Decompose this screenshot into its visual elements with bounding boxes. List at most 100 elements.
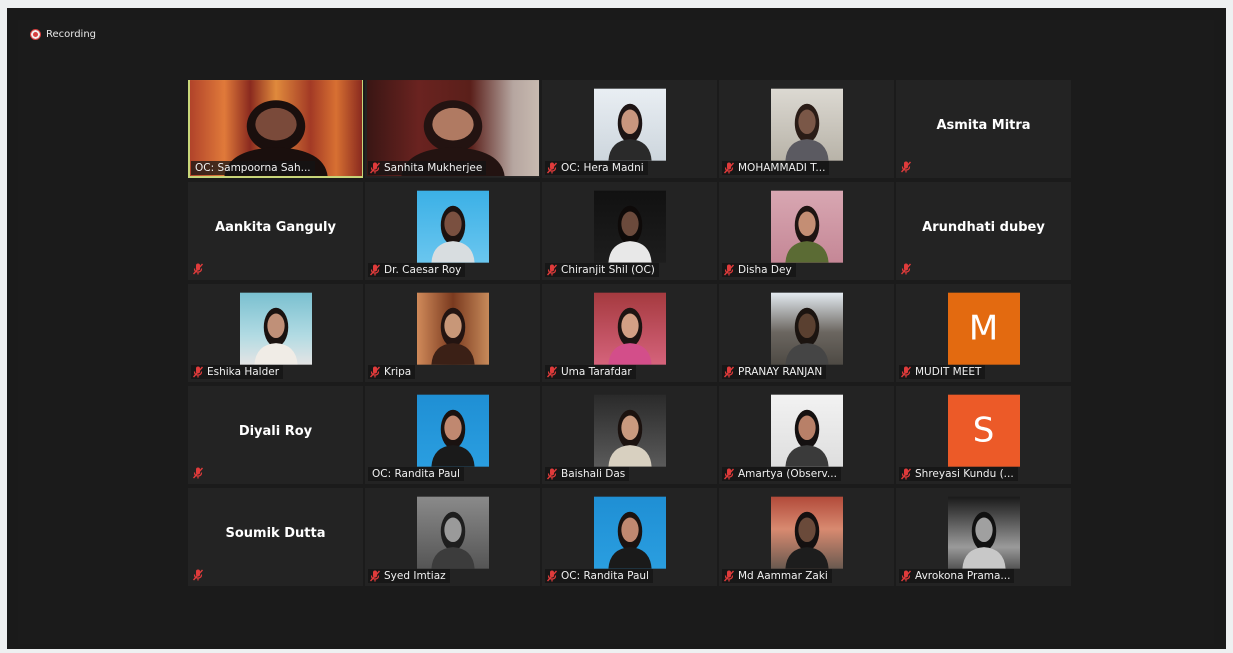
participant-tile[interactable]: Dr. Caesar Roy <box>365 182 540 280</box>
muted-mic-icon <box>901 366 911 378</box>
muted-mic-icon <box>547 366 557 378</box>
participant-name: MOHAMMADI T... <box>738 162 826 174</box>
participant-name: Baishali Das <box>561 468 626 480</box>
muted-mic-icon <box>193 366 203 378</box>
participant-tile[interactable]: OC: Hera Madni <box>542 80 717 178</box>
video-thumbnail <box>416 496 489 569</box>
participant-name: Chiranjit Shil (OC) <box>561 264 655 276</box>
recording-indicator[interactable]: Recording <box>30 29 96 40</box>
participant-tile[interactable]: Asmita Mitra <box>896 80 1071 178</box>
muted-mic-icon <box>724 264 734 276</box>
avatar: S <box>947 394 1020 467</box>
video-thumbnail <box>770 394 843 467</box>
muted-mic-icon <box>370 162 380 174</box>
video-thumbnail <box>593 292 666 365</box>
participant-grid: OC: Sampoorna Sah... Sanhita Mukherjee O… <box>188 80 1071 586</box>
participant-name: MUDIT MEET <box>915 366 982 378</box>
participant-tile[interactable]: Aankita Ganguly <box>188 182 363 280</box>
participant-tile[interactable]: Avrokona Prama... <box>896 488 1071 586</box>
video-thumbnail <box>593 394 666 467</box>
participant-name: Amartya (Observ... <box>738 468 837 480</box>
muted-mic-icon <box>901 570 911 582</box>
participant-label: Baishali Das <box>545 467 630 481</box>
participant-tile[interactable]: M MUDIT MEET <box>896 284 1071 382</box>
participant-tile[interactable]: Kripa <box>365 284 540 382</box>
participant-tile[interactable]: Baishali Das <box>542 386 717 484</box>
muted-mic-icon <box>724 468 734 480</box>
participant-label: Md Aammar Zaki <box>722 569 832 583</box>
video-thumbnail <box>416 394 489 467</box>
video-thumbnail <box>770 88 843 161</box>
participant-tile[interactable]: Syed Imtiaz <box>365 488 540 586</box>
muted-mic-icon <box>370 264 380 276</box>
participant-name: OC: Sampoorna Sah... <box>195 162 311 174</box>
participant-name: Md Aammar Zaki <box>738 570 828 582</box>
muted-mic-icon <box>370 570 380 582</box>
participant-label: OC: Sampoorna Sah... <box>191 161 315 175</box>
participant-tile[interactable]: PRANAY RANJAN <box>719 284 894 382</box>
participant-label: Kripa <box>368 365 416 379</box>
participant-tile[interactable]: Eshika Halder <box>188 284 363 382</box>
participant-label: Dr. Caesar Roy <box>368 263 466 277</box>
muted-mic-icon <box>724 570 734 582</box>
participant-name: Syed Imtiaz <box>384 570 446 582</box>
participant-name: OC: Randita Paul <box>372 468 460 480</box>
video-thumbnail <box>593 88 666 161</box>
participant-name: Dr. Caesar Roy <box>384 264 462 276</box>
participant-tile[interactable]: Diyali Roy <box>188 386 363 484</box>
participant-tile[interactable]: OC: Sampoorna Sah... <box>188 80 363 178</box>
participant-label: Amartya (Observ... <box>722 467 841 481</box>
video-thumbnail <box>770 496 843 569</box>
participant-name: Diyali Roy <box>238 424 313 439</box>
participant-name: OC: Hera Madni <box>561 162 644 174</box>
participant-name: Soumik Dutta <box>225 526 326 541</box>
participant-label: OC: Hera Madni <box>545 161 648 175</box>
participant-tile[interactable]: Md Aammar Zaki <box>719 488 894 586</box>
participant-label: Avrokona Prama... <box>899 569 1015 583</box>
participant-name: Eshika Halder <box>207 366 280 378</box>
participant-name: Disha Dey <box>738 264 792 276</box>
participant-name: Shreyasi Kundu (... <box>915 468 1014 480</box>
muted-mic-icon <box>193 263 203 275</box>
participant-tile[interactable]: Arundhati dubey <box>896 182 1071 280</box>
recording-icon <box>30 29 41 40</box>
participant-tile[interactable]: S Shreyasi Kundu (... <box>896 386 1071 484</box>
video-thumbnail <box>416 190 489 263</box>
participant-name: Sanhita Mukherjee <box>384 162 483 174</box>
participant-label: Disha Dey <box>722 263 796 277</box>
participant-tile[interactable]: Soumik Dutta <box>188 488 363 586</box>
participant-label: PRANAY RANJAN <box>722 365 827 379</box>
participant-label: Eshika Halder <box>191 365 284 379</box>
video-thumbnail <box>416 292 489 365</box>
participant-tile[interactable]: OC: Randita Paul <box>542 488 717 586</box>
video-thumbnail <box>770 292 843 365</box>
participant-label: Shreyasi Kundu (... <box>899 467 1018 481</box>
participant-tile[interactable]: MOHAMMADI T... <box>719 80 894 178</box>
participant-name: Aankita Ganguly <box>215 220 336 235</box>
video-thumbnail <box>770 190 843 263</box>
participant-tile[interactable]: Amartya (Observ... <box>719 386 894 484</box>
participant-name: Arundhati dubey <box>922 220 1045 235</box>
muted-mic-icon <box>547 570 557 582</box>
participant-tile[interactable]: Disha Dey <box>719 182 894 280</box>
recording-label: Recording <box>46 29 97 40</box>
participant-label: Syed Imtiaz <box>368 569 450 583</box>
participant-label: OC: Randita Paul <box>545 569 653 583</box>
participant-name: Kripa <box>384 366 412 378</box>
participant-label: MUDIT MEET <box>899 365 986 379</box>
muted-mic-icon <box>724 366 734 378</box>
video-thumbnail <box>593 190 666 263</box>
muted-mic-icon <box>547 162 557 174</box>
participant-tile[interactable]: Sanhita Mukherjee <box>365 80 540 178</box>
participant-name: Uma Tarafdar <box>561 366 632 378</box>
video-thumbnail <box>239 292 312 365</box>
muted-mic-icon <box>724 162 734 174</box>
participant-tile[interactable]: Chiranjit Shil (OC) <box>542 182 717 280</box>
participant-name: Avrokona Prama... <box>915 570 1011 582</box>
muted-mic-icon <box>547 264 557 276</box>
muted-mic-icon <box>547 468 557 480</box>
participant-tile[interactable]: OC: Randita Paul <box>365 386 540 484</box>
video-thumbnail <box>947 496 1020 569</box>
avatar: M <box>947 292 1020 365</box>
participant-tile[interactable]: Uma Tarafdar <box>542 284 717 382</box>
